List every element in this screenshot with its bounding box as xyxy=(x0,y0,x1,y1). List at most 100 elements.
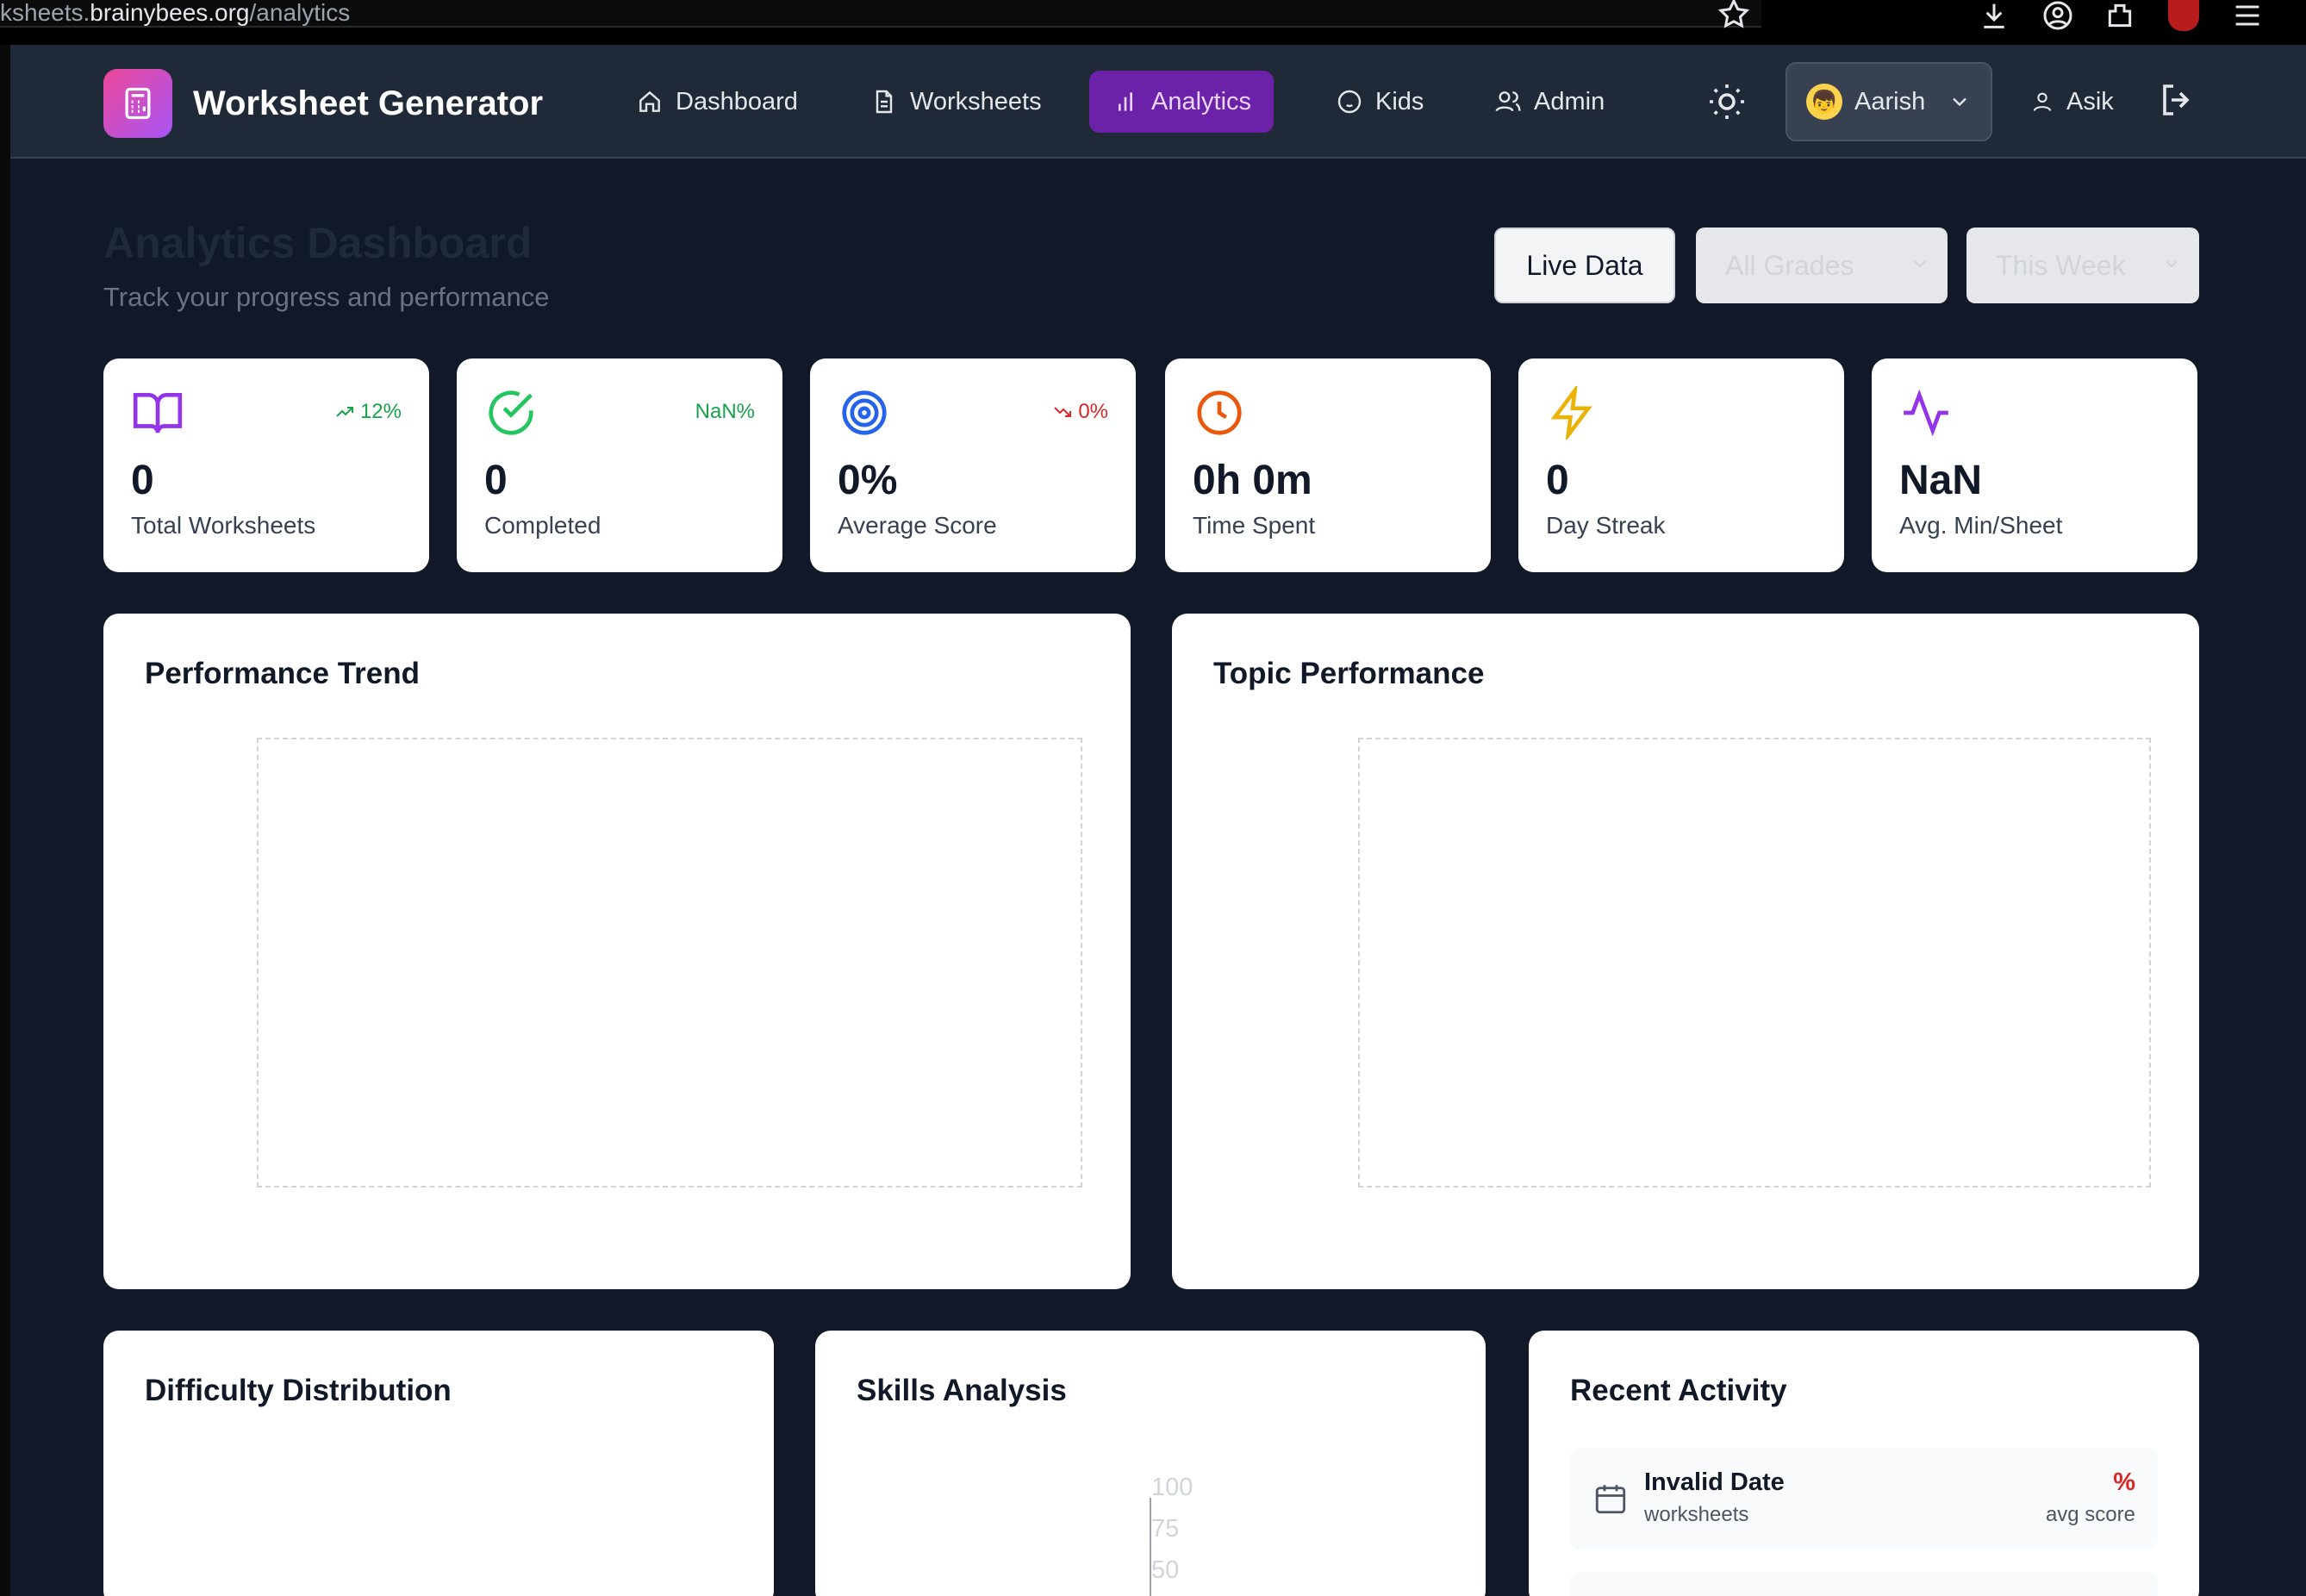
users-icon xyxy=(1495,91,1521,112)
stat-value: 0 xyxy=(131,458,154,503)
stat-label: Avg. Min/Sheet xyxy=(1899,512,2063,539)
star-icon[interactable] xyxy=(1717,0,1751,31)
skills-axis-tick: 100 xyxy=(1151,1474,1194,1501)
url-prefix: ksheets. xyxy=(0,0,90,26)
panel-title: Recent Activity xyxy=(1570,1374,1787,1407)
stat-value: 0% xyxy=(838,458,898,503)
chevron-down-icon xyxy=(1914,260,1926,268)
home-icon xyxy=(639,90,660,112)
stat-trend-value: 0% xyxy=(1078,400,1108,423)
nav-dashboard[interactable]: Dashboard xyxy=(614,71,820,133)
stat-value: 0h 0m xyxy=(1193,458,1312,503)
extensions-icon[interactable] xyxy=(2103,0,2137,33)
logout-icon[interactable] xyxy=(2156,79,2197,121)
page-subtitle: Track your progress and performance xyxy=(103,282,550,312)
nav-kids[interactable]: Kids xyxy=(1313,71,1446,133)
panel-title: Skills Analysis xyxy=(857,1374,1067,1407)
stat-value: 0 xyxy=(1546,458,1569,503)
zap-icon xyxy=(1550,386,1592,440)
target-icon xyxy=(842,390,887,435)
stat-value: NaN xyxy=(1899,458,1983,503)
ublock-icon[interactable] xyxy=(2168,0,2199,31)
stat-trend-value: 12% xyxy=(359,400,402,423)
trending-up-icon xyxy=(336,407,353,417)
panel-title: Performance Trend xyxy=(145,657,420,690)
nav-worksheets[interactable]: Worksheets xyxy=(848,71,1064,133)
difficulty-distribution-panel: Difficulty Distribution xyxy=(103,1331,774,1596)
nav-analytics[interactable]: Analytics xyxy=(1089,71,1275,133)
kid-selector[interactable]: 👦 Aarish xyxy=(1786,62,1992,141)
grade-select-value: All Grades xyxy=(1725,249,1854,281)
sun-icon[interactable] xyxy=(1706,81,1748,122)
activity-score-label: avg score xyxy=(2045,1503,2135,1526)
app-brand[interactable]: Worksheet Generator xyxy=(193,79,543,128)
period-select[interactable]: This Week xyxy=(1966,228,2199,303)
skills-axis-tick: 50 xyxy=(1151,1556,1180,1584)
user-icon xyxy=(2033,92,2052,112)
document-icon xyxy=(876,90,893,114)
calendar-icon xyxy=(1595,1485,1626,1514)
activity-item[interactable] xyxy=(1570,1572,2158,1596)
stat-label: Day Streak xyxy=(1546,512,1666,539)
user-name: Asik xyxy=(2066,87,2114,115)
stat-label: Completed xyxy=(484,512,601,539)
activity-item[interactable]: Invalid Date worksheets % avg score xyxy=(1570,1448,2158,1549)
window-edge xyxy=(0,45,10,1596)
performance-trend-panel: Performance Trend xyxy=(103,614,1131,1289)
stat-trend: NaN% xyxy=(695,400,755,424)
address-bar[interactable]: ksheets.brainybees.org/analytics xyxy=(0,0,1761,28)
topic-performance-panel: Topic Performance xyxy=(1172,614,2199,1289)
app-navbar: Worksheet Generator Dashboard Worksheets… xyxy=(10,45,2306,159)
panel-title: Difficulty Distribution xyxy=(145,1374,452,1407)
toolbar-right xyxy=(1761,0,2306,45)
nav-admin[interactable]: Admin xyxy=(1472,71,1627,133)
stat-label: Time Spent xyxy=(1193,512,1316,539)
bar-chart-icon xyxy=(1119,92,1132,111)
stat-label: Total Worksheets xyxy=(131,512,316,539)
page-title: Analytics Dashboard xyxy=(103,219,533,267)
stat-card-time-spent: 0h 0m Time Spent xyxy=(1165,358,1491,572)
period-select-value: This Week xyxy=(1996,249,2126,281)
baby-icon xyxy=(1337,90,1362,114)
stat-card-average-score: 0% 0% Average Score xyxy=(810,358,1136,572)
calculator-icon xyxy=(125,87,151,120)
nav-kids-label: Kids xyxy=(1375,87,1424,115)
stat-card-day-streak: 0 Day Streak xyxy=(1518,358,1844,572)
live-data-button[interactable]: Live Data xyxy=(1494,228,1675,303)
stat-card-completed: NaN% 0 Completed xyxy=(457,358,782,572)
url-host: brainybees.org xyxy=(90,0,250,26)
app-logo[interactable] xyxy=(103,69,172,138)
stat-trend: 12% xyxy=(334,400,402,424)
trending-down-icon xyxy=(1054,407,1072,417)
nav-worksheets-label: Worksheets xyxy=(910,87,1042,115)
stat-trend-value: NaN% xyxy=(695,400,755,423)
user-profile[interactable]: Asik xyxy=(2013,71,2131,133)
menu-icon[interactable] xyxy=(2230,0,2265,33)
panel-title: Topic Performance xyxy=(1213,657,1485,690)
browser-toolbar: ksheets.brainybees.org/analytics xyxy=(0,0,2306,45)
nav-analytics-label: Analytics xyxy=(1151,87,1252,115)
kid-avatar: 👦 xyxy=(1806,84,1842,120)
stat-card-total-worksheets: 12% 0 Total Worksheets xyxy=(103,358,429,572)
stat-card-avg-min-per-sheet: NaN Avg. Min/Sheet xyxy=(1872,358,2197,572)
check-circle-icon xyxy=(489,390,533,435)
kid-name: Aarish xyxy=(1854,87,1926,115)
chart-placeholder xyxy=(257,738,1082,1188)
chart-placeholder xyxy=(1358,738,2151,1188)
grade-select[interactable]: All Grades xyxy=(1696,228,1948,303)
stat-label: Average Score xyxy=(838,512,997,539)
book-icon xyxy=(133,393,183,433)
chevron-down-icon xyxy=(2166,260,2178,268)
account-icon[interactable] xyxy=(2041,0,2075,33)
stat-value: 0 xyxy=(484,458,508,503)
activity-icon xyxy=(1904,389,1948,437)
chevron-down-icon xyxy=(1953,97,1966,107)
activity-score: % xyxy=(2113,1468,2135,1496)
nav-dashboard-label: Dashboard xyxy=(676,87,798,115)
download-icon[interactable] xyxy=(1977,0,2011,33)
url-path: /analytics xyxy=(249,0,351,26)
clock-icon xyxy=(1197,390,1242,435)
nav-admin-label: Admin xyxy=(1534,87,1605,115)
skills-axis-tick: 75 xyxy=(1151,1515,1180,1543)
activity-date: Invalid Date xyxy=(1644,1468,1785,1496)
